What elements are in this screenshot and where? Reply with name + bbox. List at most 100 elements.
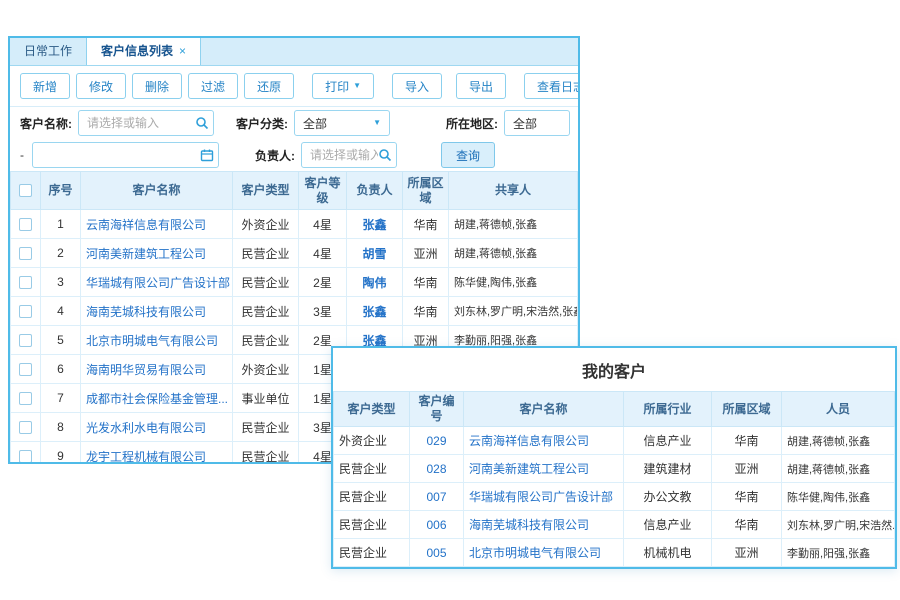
customer-type: 事业单位 (233, 384, 299, 413)
row-select-cell (11, 239, 41, 268)
region: 华南 (403, 210, 449, 239)
tab-daily-work[interactable]: 日常工作 (10, 38, 86, 65)
view-log-button[interactable]: 查看日志 (524, 73, 580, 99)
industry: 信息产业 (624, 427, 712, 455)
table-row: 3华瑞城有限公司广告设计部民营企业2星陶伟华南陈华健,陶伟,张鑫 (11, 268, 578, 297)
date-input[interactable] (32, 142, 219, 168)
customer-name-link[interactable]: 华瑞城有限公司广告设计部 (81, 268, 233, 297)
customer-name-link[interactable]: 海南明华贸易有限公司 (81, 355, 233, 384)
owner-link[interactable]: 张鑫 (347, 210, 403, 239)
search-icon[interactable] (378, 148, 392, 165)
row-select-cell (11, 297, 41, 326)
customer-name-link[interactable]: 龙宇工程机械有限公司 (81, 442, 233, 465)
row-checkbox[interactable] (19, 421, 32, 434)
row-select-cell (11, 268, 41, 297)
customer-type: 外资企业 (233, 210, 299, 239)
row-select-cell (11, 355, 41, 384)
filter-button[interactable]: 过滤 (188, 73, 238, 99)
row-checkbox[interactable] (19, 363, 32, 376)
row-checkbox[interactable] (19, 247, 32, 260)
import-button[interactable]: 导入 (392, 73, 442, 99)
category-select[interactable]: 全部 ▼ (294, 110, 390, 136)
row-select-cell (11, 442, 41, 465)
owner-link[interactable]: 胡雪 (347, 239, 403, 268)
people: 胡建,蒋德帧,张鑫 (782, 455, 895, 483)
filter-row-2: - 负责人: 查询 (10, 139, 578, 171)
col-header: 客户名称 (464, 392, 624, 427)
category-value: 全部 (303, 115, 327, 132)
row-checkbox[interactable] (19, 218, 32, 231)
customer-name-link[interactable]: 华瑞城有限公司广告设计部 (464, 483, 624, 511)
customer-type: 民营企业 (233, 239, 299, 268)
region: 亚洲 (712, 539, 782, 567)
shared-people: 胡建,蒋德帧,张鑫 (449, 239, 578, 268)
region-select[interactable]: 全部 (504, 110, 570, 136)
customer-number-link[interactable]: 028 (410, 455, 464, 483)
customer-name-link[interactable]: 北京市明城电气有限公司 (464, 539, 624, 567)
add-button[interactable]: 新增 (20, 73, 70, 99)
row-select-cell (11, 413, 41, 442)
owner-link[interactable]: 陶伟 (347, 268, 403, 297)
edit-button[interactable]: 修改 (76, 73, 126, 99)
customer-type: 民营企业 (334, 483, 410, 511)
customer-type: 外资企业 (233, 355, 299, 384)
row-select-cell (11, 210, 41, 239)
row-select-cell (11, 384, 41, 413)
print-label: 打印 (325, 78, 349, 95)
row-index: 7 (41, 384, 81, 413)
customer-name-link[interactable]: 成都市社会保险基金管理... (81, 384, 233, 413)
row-checkbox[interactable] (19, 392, 32, 405)
industry: 办公文教 (624, 483, 712, 511)
customer-level: 4星 (299, 239, 347, 268)
customer-name-link[interactable]: 云南海祥信息有限公司 (464, 427, 624, 455)
row-checkbox[interactable] (19, 305, 32, 318)
restore-button[interactable]: 还原 (244, 73, 294, 99)
shared-people: 刘东林,罗广明,宋浩然,张鑫 (449, 297, 578, 326)
row-index: 1 (41, 210, 81, 239)
region: 华南 (403, 297, 449, 326)
customer-number-link[interactable]: 005 (410, 539, 464, 567)
row-index: 6 (41, 355, 81, 384)
search-icon[interactable] (195, 116, 209, 133)
col-header: 客户等级 (299, 172, 347, 210)
customer-name-link[interactable]: 河南美新建筑工程公司 (464, 455, 624, 483)
customer-name-link[interactable]: 河南美新建筑工程公司 (81, 239, 233, 268)
table-row: 民营企业028河南美新建筑工程公司建筑建材亚洲胡建,蒋德帧,张鑫 (334, 455, 895, 483)
row-index: 9 (41, 442, 81, 465)
search-button[interactable]: 查询 (441, 142, 495, 168)
row-select-cell (11, 326, 41, 355)
table-row: 民营企业005北京市明城电气有限公司机械机电亚洲李勤丽,阳强,张鑫 (334, 539, 895, 567)
select-all-checkbox[interactable] (19, 184, 32, 197)
delete-button[interactable]: 删除 (132, 73, 182, 99)
customer-name-link[interactable]: 海南芜城科技有限公司 (81, 297, 233, 326)
tab-customer-list[interactable]: 客户信息列表× (86, 38, 201, 65)
row-index: 2 (41, 239, 81, 268)
print-button[interactable]: 打印 ▼ (312, 73, 374, 99)
shared-people: 陈华健,陶伟,张鑫 (449, 268, 578, 297)
customer-name-link[interactable]: 海南芜城科技有限公司 (464, 511, 624, 539)
main-table-header-row: 序号 客户名称 客户类型 客户等级 负责人 所属区域 共享人 (11, 172, 578, 210)
customer-name-link[interactable]: 云南海祥信息有限公司 (81, 210, 233, 239)
customer-number-link[interactable]: 029 (410, 427, 464, 455)
owner-link[interactable]: 张鑫 (347, 297, 403, 326)
customer-name-link[interactable]: 北京市明城电气有限公司 (81, 326, 233, 355)
row-checkbox[interactable] (19, 334, 32, 347)
row-checkbox[interactable] (19, 276, 32, 289)
col-header: 所属区域 (712, 392, 782, 427)
customer-number-link[interactable]: 006 (410, 511, 464, 539)
customer-type: 民营企业 (233, 268, 299, 297)
calendar-icon[interactable] (200, 148, 214, 165)
row-index: 4 (41, 297, 81, 326)
my-table-body: 外资企业029云南海祥信息有限公司信息产业华南胡建,蒋德帧,张鑫民营企业028河… (334, 427, 895, 567)
customer-number-link[interactable]: 007 (410, 483, 464, 511)
col-header: 客户编号 (410, 392, 464, 427)
customer-name-link[interactable]: 光发水利水电有限公司 (81, 413, 233, 442)
row-checkbox[interactable] (19, 450, 32, 463)
col-header: 所属区域 (403, 172, 449, 210)
region: 华南 (403, 268, 449, 297)
export-button[interactable]: 导出 (456, 73, 506, 99)
filter-row-1: 客户名称: 客户分类: 全部 ▼ 所在地区: 全部 (10, 107, 578, 139)
customer-name-input[interactable] (78, 110, 214, 136)
close-icon[interactable]: × (179, 44, 186, 58)
my-customers-title: 我的客户 (333, 348, 895, 391)
